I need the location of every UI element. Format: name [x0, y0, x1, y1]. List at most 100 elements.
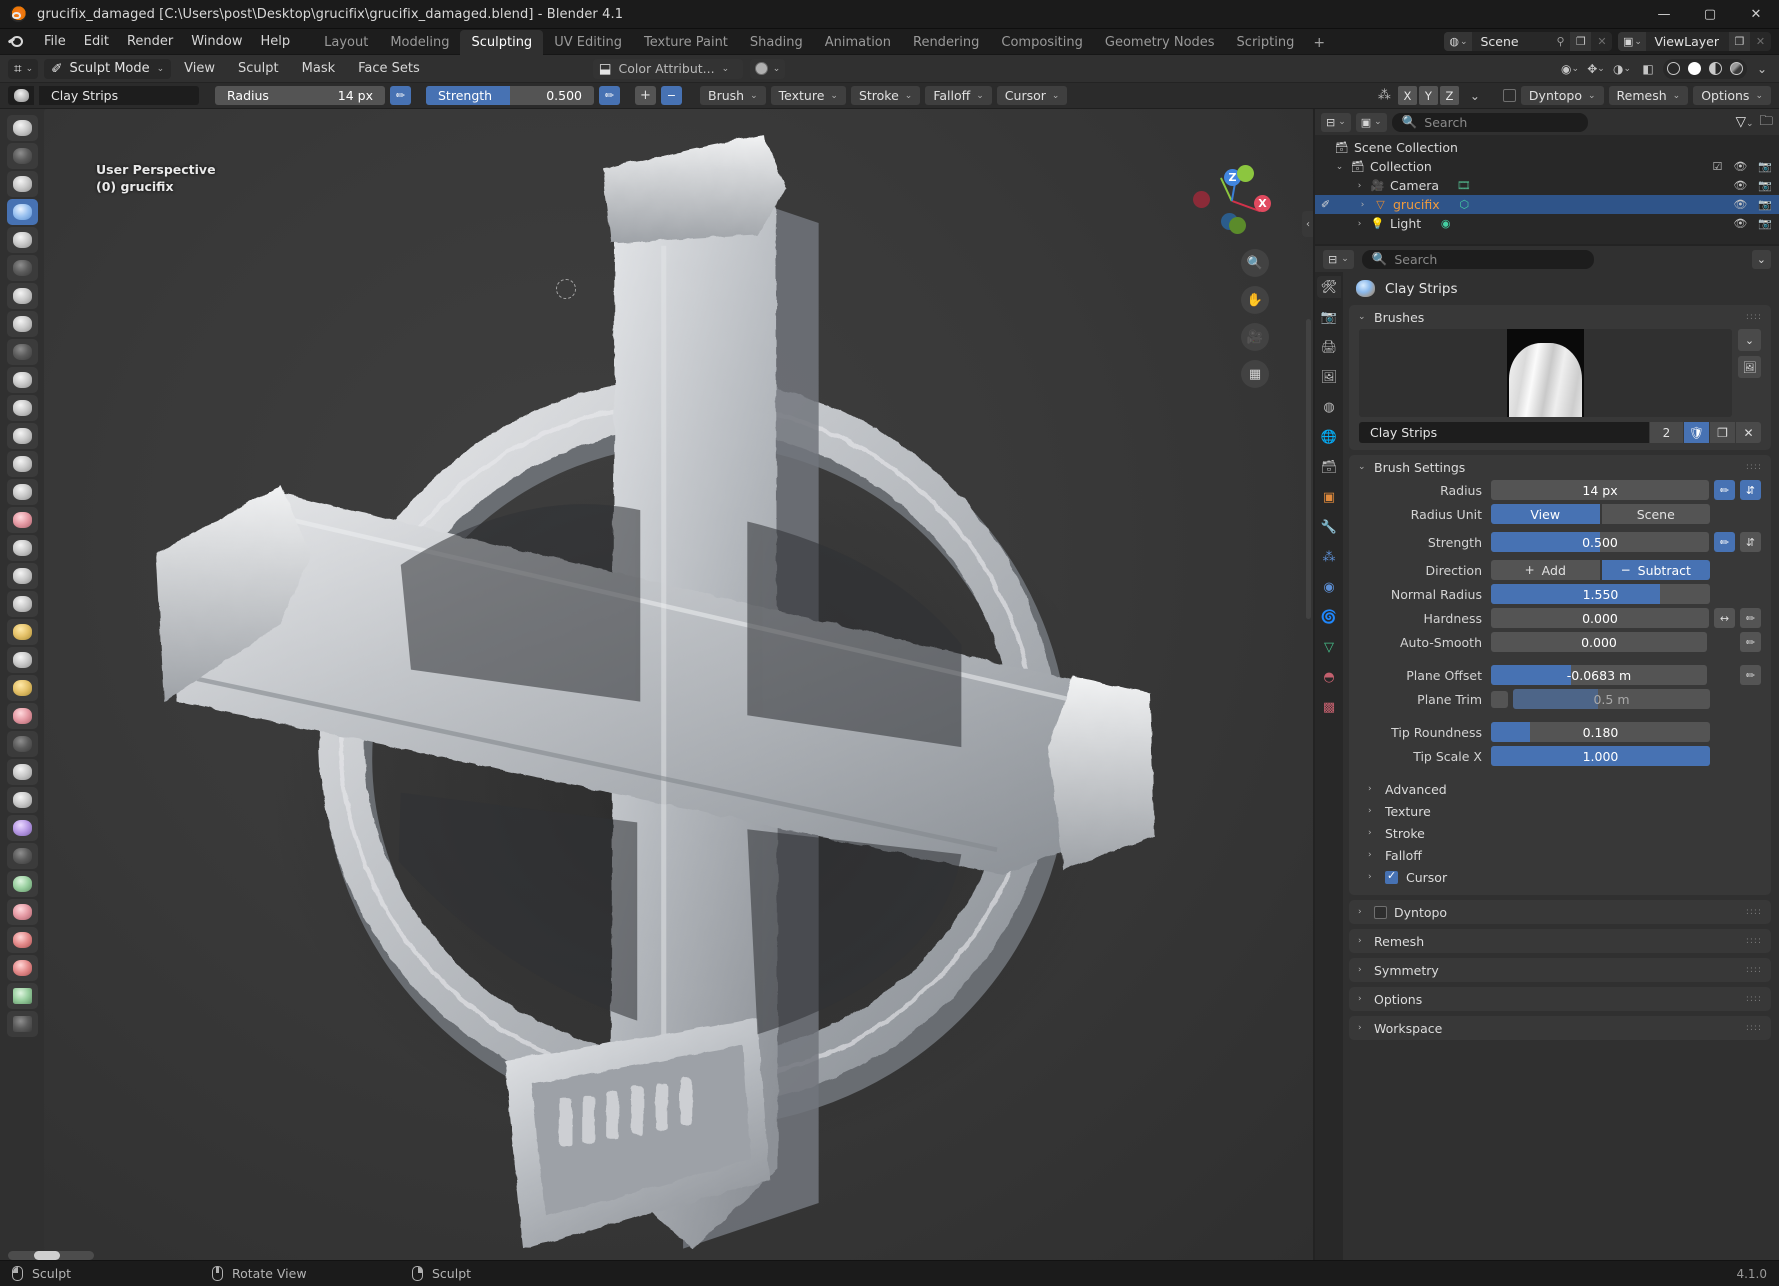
shading-solid-button[interactable] — [1684, 59, 1705, 79]
brush-settings-panel-header[interactable]: ⌄ Brush Settings :::: — [1349, 455, 1771, 479]
tab-tool[interactable]: 🛠 — [1317, 276, 1341, 298]
3d-viewport[interactable]: User Perspective (0) grucifix — [44, 109, 1313, 1260]
tool-elastic-deform[interactable] — [7, 563, 38, 589]
tool-mask[interactable] — [7, 843, 38, 869]
tool-blob[interactable] — [7, 311, 38, 337]
menu-render[interactable]: Render — [118, 31, 182, 52]
tool-multiplane-scrape[interactable] — [7, 479, 38, 505]
fake-user-button[interactable]: 🛡 — [1684, 422, 1709, 443]
falloff-popover[interactable]: Falloff⌄ — [925, 86, 991, 105]
tab-physics[interactable]: ◉ — [1317, 576, 1341, 598]
tool-simplify[interactable] — [7, 815, 38, 841]
eye-icon[interactable]: 👁 — [1733, 198, 1747, 211]
tab-render[interactable]: 📷 — [1317, 306, 1341, 328]
workspace-tab-scripting[interactable]: Scripting — [1226, 30, 1306, 55]
blender-menu-icon[interactable] — [8, 34, 25, 49]
workspace-tab-shading[interactable]: Shading — [739, 30, 814, 55]
viewport-horizontal-scrollbar[interactable] — [8, 1251, 94, 1260]
brush-thumbnail-icon[interactable] — [8, 86, 34, 105]
strength-field[interactable]: 0.500 — [1491, 532, 1709, 552]
mode-selector[interactable]: ✐ Sculpt Mode ⌄ — [44, 59, 171, 79]
tab-world[interactable]: 🌐 — [1317, 426, 1341, 448]
tab-object[interactable]: ▣ — [1317, 486, 1341, 508]
tab-particles[interactable]: ⁂ — [1317, 546, 1341, 568]
shading-wireframe-button[interactable] — [1663, 59, 1684, 79]
hardness-pressure-icon[interactable]: ✏ — [1740, 608, 1761, 628]
remesh-popover[interactable]: Remesh⌄ — [1609, 86, 1689, 105]
workspace-tab-sculpting[interactable]: Sculpting — [460, 30, 543, 55]
sidebar-toggle-icon[interactable]: ‹ — [1302, 211, 1313, 237]
chevron-right-icon[interactable]: › — [1354, 219, 1365, 229]
unlink-scene-button[interactable]: ✕ — [1591, 32, 1612, 51]
tab-modifiers[interactable]: 🔧 — [1317, 516, 1341, 538]
tool-paint[interactable] — [7, 927, 38, 953]
hardness-invert-icon[interactable]: ↔ — [1714, 608, 1735, 628]
remesh-panel-header[interactable]: › Remesh :::: — [1349, 929, 1771, 953]
tool-clay[interactable] — [7, 171, 38, 197]
strength-pressure-toggle[interactable]: ✏ — [599, 86, 620, 105]
tool-scrape[interactable] — [7, 451, 38, 477]
tool-draw[interactable] — [7, 115, 38, 141]
radius-unified-icon[interactable]: ⇵ — [1740, 480, 1761, 500]
tool-box-mask[interactable] — [7, 983, 38, 1009]
tool-snake-hook[interactable] — [7, 591, 38, 617]
outliner-row-light[interactable]: › 💡 Light ◉ 👁 📷 — [1315, 214, 1779, 233]
tab-output[interactable]: 🖨 — [1317, 336, 1341, 358]
tool-slide-relax[interactable] — [7, 731, 38, 757]
strength-unified-icon[interactable]: ⇵ — [1740, 532, 1761, 552]
tool-draw-sharp[interactable] — [7, 143, 38, 169]
eye-icon[interactable]: 👁 — [1733, 217, 1747, 230]
menu-file[interactable]: File — [35, 31, 75, 52]
symmetry-z-button[interactable]: Z — [1440, 86, 1459, 105]
tool-grab[interactable] — [7, 535, 38, 561]
tab-constraints[interactable]: 🌀 — [1317, 606, 1341, 628]
radius-pressure-toggle[interactable]: ✏ — [390, 86, 411, 105]
brush-preview-image-icon[interactable]: 🖼 — [1738, 356, 1761, 378]
tab-material[interactable]: ◓ — [1317, 666, 1341, 688]
outliner-display-mode-icon[interactable]: ▣⌄ — [1356, 113, 1387, 132]
add-workspace-button[interactable]: + — [1305, 31, 1333, 55]
auto-smooth-pressure-icon[interactable]: ✏ — [1740, 632, 1761, 652]
drag-grip-icon[interactable]: :::: — [1746, 314, 1762, 321]
stroke-popover[interactable]: Stroke⌄ — [851, 86, 920, 105]
direction-add-button[interactable]: + — [635, 86, 656, 105]
strength-slider[interactable]: Strength 0.500 — [426, 86, 594, 105]
hand-icon[interactable]: ✋ — [1241, 286, 1269, 314]
maximize-button[interactable]: ▢ — [1687, 0, 1733, 29]
auto-smooth-field[interactable]: 0.000 — [1491, 632, 1707, 652]
tab-texture[interactable]: ▩ — [1317, 696, 1341, 718]
outliner-row-scene-collection[interactable]: 🗃 Scene Collection — [1315, 138, 1779, 157]
eye-icon[interactable]: 👁 — [1733, 179, 1747, 192]
tool-pose[interactable] — [7, 647, 38, 673]
drag-grip-icon[interactable]: :::: — [1746, 996, 1762, 1003]
tab-view-layer[interactable]: 🖼 — [1317, 366, 1341, 388]
menu-help[interactable]: Help — [252, 31, 300, 52]
workspace-tab-modeling[interactable]: Modeling — [379, 30, 460, 55]
tab-object-data[interactable]: ▽ — [1317, 636, 1341, 658]
tool-crease[interactable] — [7, 339, 38, 365]
viewport-scrollbar[interactable] — [1306, 319, 1311, 619]
workspace-tab-animation[interactable]: Animation — [814, 30, 902, 55]
tool-pinch[interactable] — [7, 507, 38, 533]
symmetry-x-button[interactable]: X — [1398, 86, 1417, 105]
gizmo-axis-y[interactable] — [1237, 165, 1254, 182]
gizmo-axis-neg-y[interactable] — [1229, 217, 1246, 234]
tool-cloth[interactable] — [7, 787, 38, 813]
options-panel-header[interactable]: › Options :::: — [1349, 987, 1771, 1011]
scene-name[interactable]: Scene — [1472, 32, 1550, 51]
checkbox-icon[interactable]: ☑ — [1712, 160, 1722, 173]
cursor-popover[interactable]: Cursor⌄ — [997, 86, 1068, 105]
texture-popover[interactable]: Texture⌄ — [771, 86, 846, 105]
color-swatch[interactable] — [755, 62, 768, 75]
symmetry-options-chevron-icon[interactable]: ⌄ — [1464, 86, 1486, 106]
chevron-down-icon[interactable]: ⌄ — [1334, 162, 1345, 172]
radius-slider[interactable]: Radius 14 px — [215, 86, 385, 105]
dyntopo-checkbox[interactable] — [1503, 89, 1516, 102]
outliner-row-camera[interactable]: › 🎥 Camera 🎞 👁 📷 — [1315, 176, 1779, 195]
minimize-button[interactable]: — — [1641, 0, 1687, 29]
radius-field[interactable]: 14 px — [1491, 480, 1709, 500]
tool-nudge[interactable] — [7, 675, 38, 701]
plane-offset-field[interactable]: -0.0683 m — [1491, 665, 1707, 685]
new-collection-icon[interactable]: 🗀 — [1760, 111, 1774, 134]
brush-list-chevron-icon[interactable]: ⌄ — [1738, 329, 1761, 351]
